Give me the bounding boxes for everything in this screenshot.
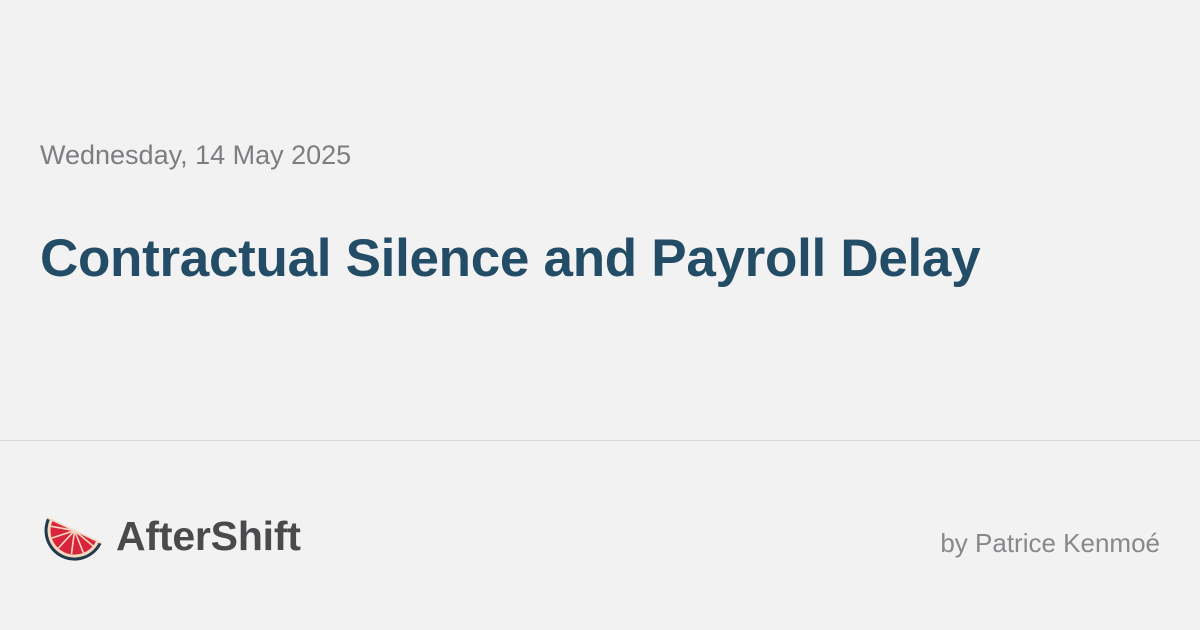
footer-divider (0, 440, 1200, 441)
author-byline: by Patrice Kenmoé (940, 528, 1160, 558)
brand-name: AfterShift (116, 513, 301, 559)
post-title: Contractual Silence and Payroll Delay (40, 229, 981, 288)
grapefruit-slice-icon (44, 517, 103, 561)
brand-logo[interactable]: AfterShift (40, 508, 301, 564)
post-date: Wednesday, 14 May 2025 (40, 140, 352, 170)
